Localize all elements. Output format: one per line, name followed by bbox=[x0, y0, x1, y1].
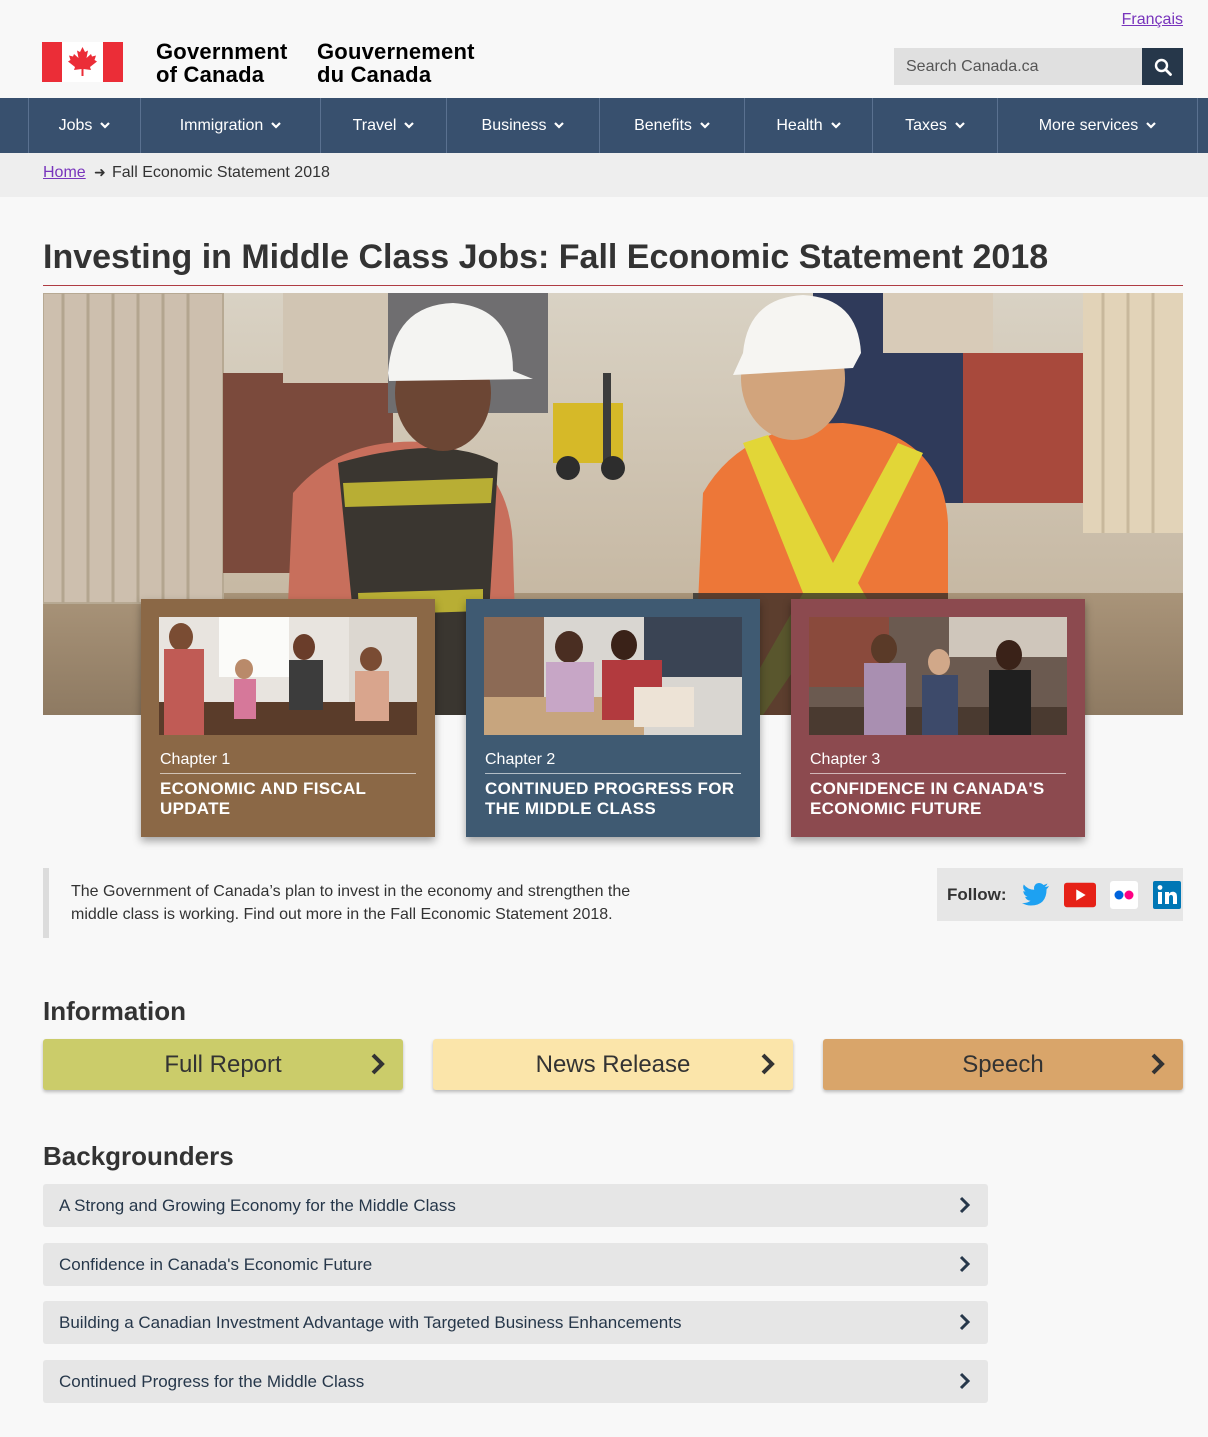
chapter-2-title: Continued Progress for the Middle Class bbox=[485, 779, 735, 818]
speech-button[interactable]: Speech bbox=[823, 1039, 1183, 1090]
menu-item-health[interactable]: Health bbox=[744, 98, 872, 153]
chevron-down-icon bbox=[100, 122, 111, 129]
chevron-down-icon bbox=[1146, 122, 1157, 129]
site-header: Français Government of Canada Gouverneme… bbox=[0, 0, 1208, 98]
menu-item-label: Business bbox=[481, 116, 547, 134]
chevron-right-icon bbox=[761, 1053, 775, 1075]
chevron-down-icon bbox=[271, 122, 282, 129]
twitter-icon[interactable] bbox=[1020, 881, 1052, 909]
chapter-3-title: Confidence in Canada's Economic Future bbox=[810, 779, 1045, 818]
signature-english: Government of Canada bbox=[156, 40, 288, 86]
breadcrumb-arrow-icon: ➜ bbox=[94, 164, 106, 180]
intro-text: The Government of Canada’s plan to inves… bbox=[43, 868, 643, 938]
chapter-2-number: Chapter 2 bbox=[485, 751, 741, 774]
chapter-card-3[interactable]: Chapter 3 Confidence in Canada's Economi… bbox=[791, 599, 1085, 837]
follow-label: Follow: bbox=[947, 884, 1007, 904]
backgrounders-heading: Backgrounders bbox=[43, 1141, 234, 1171]
news-release-label: News Release bbox=[535, 1050, 691, 1078]
chevron-right-icon bbox=[959, 1255, 971, 1273]
signature-en-line2: of Canada bbox=[156, 62, 265, 87]
chapter-2-thumbnail bbox=[484, 617, 742, 735]
chevron-right-icon bbox=[371, 1053, 385, 1075]
menu-item-label: Benefits bbox=[634, 116, 692, 134]
main-menu: Jobs Immigration Travel Business Benefit… bbox=[0, 98, 1208, 153]
chevron-down-icon bbox=[830, 122, 841, 129]
chapter-3-thumbnail bbox=[809, 617, 1067, 735]
backgrounder-label: Building a Canadian Investment Advantage… bbox=[59, 1312, 682, 1332]
speech-label: Speech bbox=[962, 1050, 1044, 1078]
chevron-down-icon bbox=[404, 122, 415, 129]
menu-item-label: Health bbox=[776, 116, 823, 134]
chapter-card-1[interactable]: Chapter 1 Economic and Fiscal Update bbox=[141, 599, 435, 837]
menu-item-taxes[interactable]: Taxes bbox=[872, 98, 997, 153]
intro-line-2: middle class is working. Find out more i… bbox=[71, 906, 613, 923]
page-title: Investing in Middle Class Jobs: Fall Eco… bbox=[43, 238, 1183, 286]
chevron-right-icon bbox=[1151, 1053, 1165, 1075]
backgrounder-link[interactable]: A Strong and Growing Economy for the Mid… bbox=[43, 1184, 988, 1227]
signature-fr-line2: du Canada bbox=[317, 62, 432, 87]
signature-fr-line1: Gouvernement bbox=[317, 39, 475, 64]
chapter-3-number: Chapter 3 bbox=[810, 751, 1066, 774]
chapter-1-title: Economic and Fiscal Update bbox=[160, 779, 366, 818]
backgrounder-link[interactable]: Continued Progress for the Middle Class bbox=[43, 1360, 988, 1403]
menu-item-label: Jobs bbox=[58, 116, 93, 134]
menu-item-label: More services bbox=[1038, 116, 1139, 134]
chapter-3-photo-cafe bbox=[809, 617, 1067, 735]
menu-item-label: Immigration bbox=[179, 116, 264, 134]
chapter-card-2[interactable]: Chapter 2 Continued Progress for the Mid… bbox=[466, 599, 760, 837]
youtube-icon[interactable] bbox=[1063, 881, 1096, 909]
backgrounder-link[interactable]: Confidence in Canada's Economic Future bbox=[43, 1243, 988, 1286]
menu-item-business[interactable]: Business bbox=[446, 98, 599, 153]
chevron-down-icon bbox=[955, 122, 965, 129]
follow-bar: Follow: bbox=[937, 868, 1183, 921]
language-toggle-link[interactable]: Français bbox=[1122, 11, 1183, 29]
search-input[interactable] bbox=[894, 48, 1142, 85]
chapter-1-number: Chapter 1 bbox=[160, 751, 416, 774]
linkedin-icon[interactable] bbox=[1151, 880, 1183, 909]
canada-flag-icon bbox=[42, 42, 123, 82]
breadcrumb-home-link[interactable]: Home bbox=[43, 164, 86, 182]
menu-item-jobs[interactable]: Jobs bbox=[28, 98, 140, 153]
menu-item-label: Taxes bbox=[905, 116, 947, 134]
menu-item-label: Travel bbox=[352, 116, 397, 134]
menu-item-immigration[interactable]: Immigration bbox=[140, 98, 320, 153]
backgrounder-label: Continued Progress for the Middle Class bbox=[59, 1371, 365, 1391]
search-button[interactable] bbox=[1142, 48, 1183, 85]
search-form bbox=[894, 48, 1183, 85]
intro-line-1: The Government of Canada’s plan to inves… bbox=[71, 883, 631, 900]
chapter-1-photo-family-kitchen bbox=[159, 617, 417, 735]
chapter-2-photo-workshop bbox=[484, 617, 742, 735]
backgrounder-label: A Strong and Growing Economy for the Mid… bbox=[59, 1195, 456, 1215]
information-heading: Information bbox=[43, 996, 186, 1026]
menu-item-more-services[interactable]: More services bbox=[997, 98, 1198, 153]
chapter-1-thumbnail bbox=[159, 617, 417, 735]
backgrounder-label: Confidence in Canada's Economic Future bbox=[59, 1254, 373, 1274]
chevron-down-icon bbox=[554, 122, 565, 129]
menu-item-benefits[interactable]: Benefits bbox=[599, 98, 744, 153]
flickr-icon[interactable] bbox=[1108, 880, 1140, 909]
chevron-down-icon bbox=[700, 122, 710, 129]
breadcrumb: Home ➜ Fall Economic Statement 2018 bbox=[0, 153, 1208, 197]
full-report-button[interactable]: Full Report bbox=[43, 1039, 403, 1090]
search-icon bbox=[1154, 58, 1172, 76]
full-report-label: Full Report bbox=[164, 1050, 282, 1078]
chevron-right-icon bbox=[959, 1313, 971, 1331]
news-release-button[interactable]: News Release bbox=[433, 1039, 793, 1090]
breadcrumb-current: Fall Economic Statement 2018 bbox=[112, 164, 330, 181]
menu-item-travel[interactable]: Travel bbox=[320, 98, 446, 153]
signature-french: Gouvernement du Canada bbox=[317, 40, 475, 86]
chevron-right-icon bbox=[959, 1196, 971, 1214]
backgrounder-link[interactable]: Building a Canadian Investment Advantage… bbox=[43, 1301, 988, 1344]
signature-en-line1: Government bbox=[156, 39, 288, 64]
chevron-right-icon bbox=[959, 1372, 971, 1390]
